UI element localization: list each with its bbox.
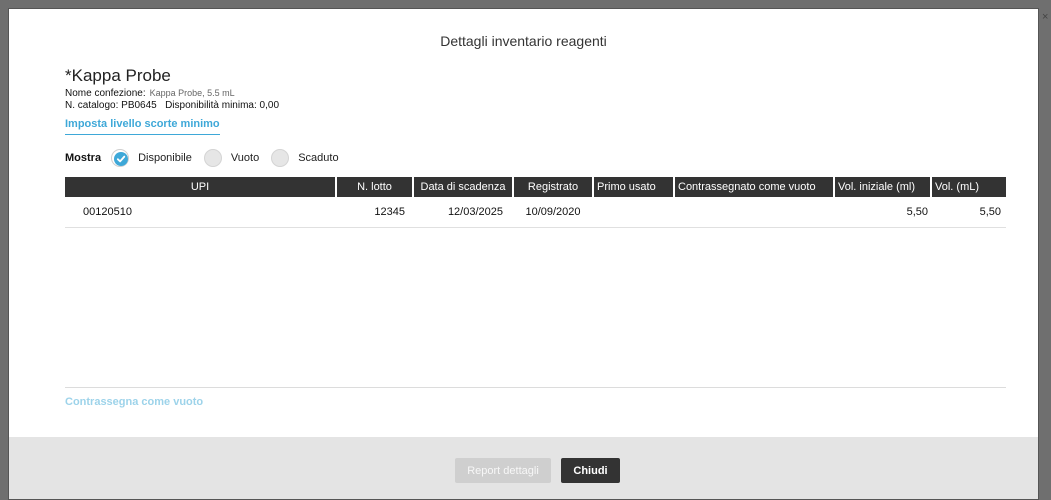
col-header-first-used[interactable]: Primo usato (593, 177, 675, 197)
reagent-inventory-dialog: Dettagli inventario reagenti *Kappa Prob… (8, 8, 1039, 500)
col-header-vol[interactable]: Vol. (mL) (931, 177, 1006, 197)
cell-expiry: 12/03/2025 (413, 197, 513, 228)
radio-label: Disponibile (138, 152, 192, 164)
show-filter: Mostra Disponibile Vuoto Scaduto (65, 148, 351, 168)
col-header-expiry[interactable]: Data di scadenza (413, 177, 514, 197)
check-icon (114, 152, 129, 166)
package-value: Kappa Probe, 5.5 mL (149, 88, 235, 98)
radio-available[interactable]: Disponibile (111, 149, 192, 167)
cell-registered: 10/09/2020 (513, 197, 593, 228)
col-header-marked-empty[interactable]: Contrassegnato come vuoto (674, 177, 835, 197)
inventory-table: UPI N. lotto Data di scadenza Registrato… (65, 177, 1006, 228)
col-header-lot[interactable]: N. lotto (336, 177, 414, 197)
radio-checked-indicator (111, 149, 130, 167)
table-row[interactable]: 00120510 12345 12/03/2025 10/09/2020 5,5… (65, 197, 1006, 228)
mark-empty-link[interactable]: Contrassegna come vuoto (65, 396, 203, 408)
col-header-registered[interactable]: Registrato (513, 177, 594, 197)
cell-vol: 5,50 (931, 197, 1006, 228)
close-icon[interactable]: × (1042, 11, 1048, 23)
radio-indicator (271, 149, 290, 167)
radio-empty[interactable]: Vuoto (203, 149, 260, 167)
cell-marked-empty (674, 197, 834, 228)
divider (65, 387, 1006, 388)
show-label: Mostra (65, 152, 102, 164)
report-details-button[interactable]: Report dettagli (455, 458, 551, 483)
radio-indicator (203, 149, 222, 167)
set-min-stock-link[interactable]: Imposta livello scorte minimo (65, 118, 220, 135)
cell-upi: 00120510 (65, 197, 336, 228)
radio-label: Scaduto (298, 152, 339, 164)
cell-initial-vol: 5,50 (834, 197, 931, 228)
package-info: Nome confezione: Kappa Probe, 5.5 mL (65, 88, 235, 99)
dialog-footer: Report dettagli Chiudi (9, 437, 1038, 499)
table-header-row: UPI N. lotto Data di scadenza Registrato… (65, 177, 1006, 197)
dialog-title: Dettagli inventario reagenti (440, 33, 607, 49)
cell-first-used (593, 197, 674, 228)
package-label: Nome confezione: (65, 88, 146, 99)
radio-label: Vuoto (230, 152, 260, 164)
product-name: *Kappa Probe (65, 66, 171, 85)
cell-lot: 12345 (336, 197, 413, 228)
col-header-initial-vol[interactable]: Vol. iniziale (ml) (834, 177, 932, 197)
radio-expired[interactable]: Scaduto (271, 149, 339, 167)
col-header-upi[interactable]: UPI (65, 177, 337, 197)
catalog-info: N. catalogo: PB0645 Disponibilità minima… (65, 100, 280, 111)
close-button[interactable]: Chiudi (561, 458, 620, 483)
